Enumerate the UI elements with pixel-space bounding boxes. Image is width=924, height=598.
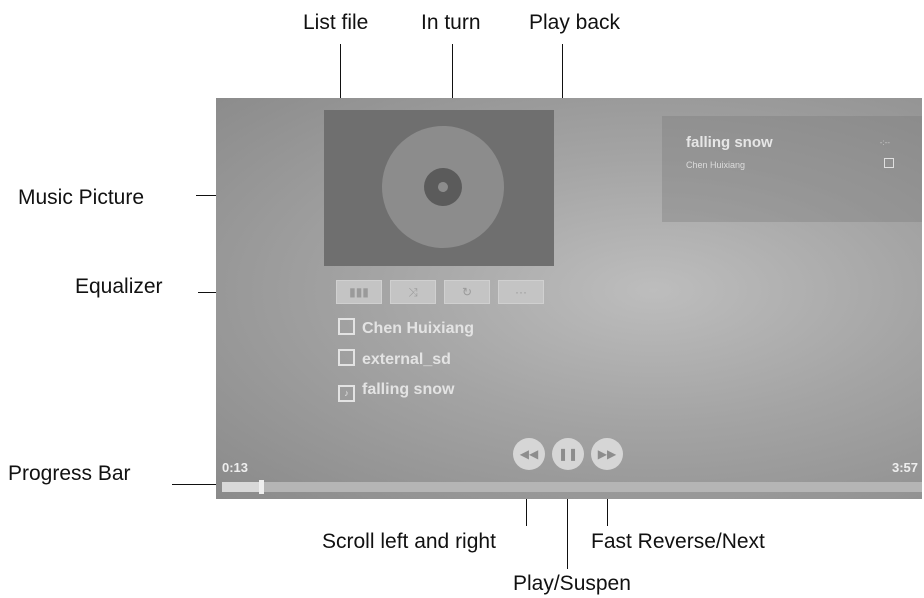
repeat-icon: ↻ bbox=[461, 285, 473, 299]
playlist-item-duration: -:-- bbox=[879, 138, 890, 147]
disc-icon bbox=[364, 108, 522, 266]
progress-handle[interactable] bbox=[259, 480, 264, 494]
label-play-back: Play back bbox=[529, 11, 621, 34]
label-music-picture: Music Picture bbox=[18, 186, 145, 209]
repeat-button[interactable]: ↻ bbox=[444, 280, 490, 304]
rewind-icon: ◀◀ bbox=[519, 447, 539, 461]
total-time: 3:57 bbox=[891, 460, 918, 475]
previous-button[interactable]: ◀◀ bbox=[513, 438, 545, 470]
equalizer-icon: ▮▮▮ bbox=[349, 285, 369, 299]
folder-icon bbox=[338, 349, 355, 366]
artist-row: Chen Huixiang bbox=[338, 318, 474, 338]
play-pause-button[interactable]: ❚❚ bbox=[552, 438, 584, 470]
disc-center bbox=[418, 162, 468, 212]
progress-fill bbox=[222, 482, 261, 492]
equalizer-button[interactable]: ▮▮▮ bbox=[336, 280, 382, 304]
label-play-suspend: Play/Suspen bbox=[513, 572, 631, 595]
shuffle-icon: ⤨ bbox=[408, 285, 418, 299]
progress-bar[interactable] bbox=[222, 480, 922, 494]
music-note-icon: ♪ bbox=[338, 385, 355, 402]
lyrics-button[interactable]: ··· bbox=[498, 280, 544, 304]
next-button[interactable]: ▶▶ bbox=[591, 438, 623, 470]
shuffle-button[interactable]: ⤨ bbox=[390, 280, 436, 304]
fast-forward-icon: ▶▶ bbox=[597, 447, 617, 461]
label-fast: Fast Reverse/Next bbox=[591, 530, 765, 553]
label-list-file: List file bbox=[303, 11, 369, 34]
person-icon bbox=[338, 318, 355, 335]
label-equalizer: Equalizer bbox=[75, 275, 163, 298]
storage-name: external_sd bbox=[362, 351, 451, 368]
song-row: ♪ falling snow bbox=[338, 381, 454, 402]
song-name: falling snow bbox=[362, 381, 455, 398]
playlist-item-title: falling snow bbox=[686, 134, 773, 151]
playlist-panel: falling snow Chen Huixiang -:-- bbox=[662, 116, 922, 222]
playlist-item-artist: Chen Huixiang bbox=[686, 160, 746, 170]
delete-icon[interactable] bbox=[884, 158, 894, 168]
label-progress-bar: Progress Bar bbox=[8, 462, 131, 485]
label-scroll: Scroll left and right bbox=[322, 530, 496, 553]
label-in-turn: In turn bbox=[421, 11, 481, 34]
artist-name: Chen Huixiang bbox=[362, 320, 475, 337]
elapsed-time: 0:13 bbox=[222, 460, 249, 475]
album-art bbox=[324, 108, 554, 266]
pause-icon: ❚❚ bbox=[557, 447, 579, 461]
music-player-screen: falling snow Chen Huixiang -:-- ▮▮▮ ⤨ ↻ … bbox=[216, 98, 922, 499]
lyrics-icon: ··· bbox=[515, 285, 527, 299]
storage-row: external_sd bbox=[338, 349, 451, 369]
